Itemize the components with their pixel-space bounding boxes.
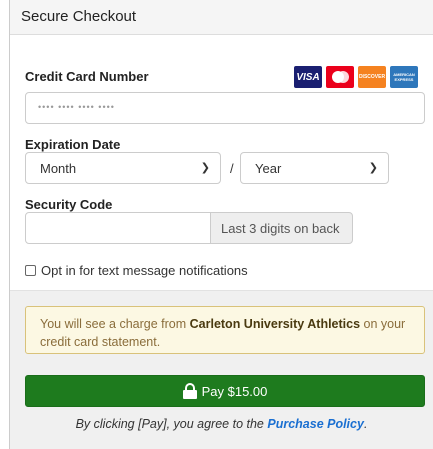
policy-prefix: By clicking [Pay], you agree to the xyxy=(75,417,268,431)
opt-in-checkbox[interactable] xyxy=(25,265,36,276)
month-select[interactable]: Month ❯ xyxy=(25,152,221,184)
year-select[interactable]: Year ❯ xyxy=(240,152,389,184)
card-number-label: Credit Card Number xyxy=(25,69,149,84)
opt-in-label: Opt in for text message notifications xyxy=(41,263,248,278)
lock-icon xyxy=(182,383,197,399)
expiration-label: Expiration Date xyxy=(25,137,121,152)
opt-in-row[interactable]: Opt in for text message notifications xyxy=(25,263,248,278)
security-code-hint: Last 3 digits on back xyxy=(210,212,353,244)
charge-notice: You will see a charge from Carleton Univ… xyxy=(25,306,425,354)
visa-icon: VISA xyxy=(294,66,322,88)
panel-title: Secure Checkout xyxy=(10,0,433,35)
month-select-value: Month xyxy=(40,161,77,176)
discover-icon: DISCOVER xyxy=(358,66,386,88)
security-code-input[interactable] xyxy=(25,212,211,244)
card-number-input[interactable]: •••• •••• •••• •••• xyxy=(25,92,425,124)
date-separator: / xyxy=(230,161,234,176)
notice-prefix: You will see a charge from xyxy=(40,317,190,331)
pay-button-label: Pay $15.00 xyxy=(201,383,268,399)
merchant-name: Carleton University Athletics xyxy=(189,317,361,331)
policy-suffix: . xyxy=(363,417,368,431)
mastercard-icon xyxy=(326,66,354,88)
chevron-down-icon: ❯ xyxy=(368,162,378,174)
security-code-label: Security Code xyxy=(25,197,113,212)
card-brands: VISA DISCOVER AMERICAN EXPRESS xyxy=(294,66,418,88)
amex-icon: AMERICAN EXPRESS xyxy=(390,66,418,88)
year-select-value: Year xyxy=(255,161,282,176)
checkout-panel: Secure Checkout Credit Card Number VISA … xyxy=(9,0,433,449)
chevron-down-icon: ❯ xyxy=(200,162,210,174)
checkout-footer: You will see a charge from Carleton Univ… xyxy=(10,290,433,449)
pay-button[interactable]: Pay $15.00 xyxy=(25,375,425,407)
policy-text: By clicking [Pay], you agree to the Purc… xyxy=(10,417,433,431)
purchase-policy-link[interactable]: Purchase Policy xyxy=(267,417,364,431)
